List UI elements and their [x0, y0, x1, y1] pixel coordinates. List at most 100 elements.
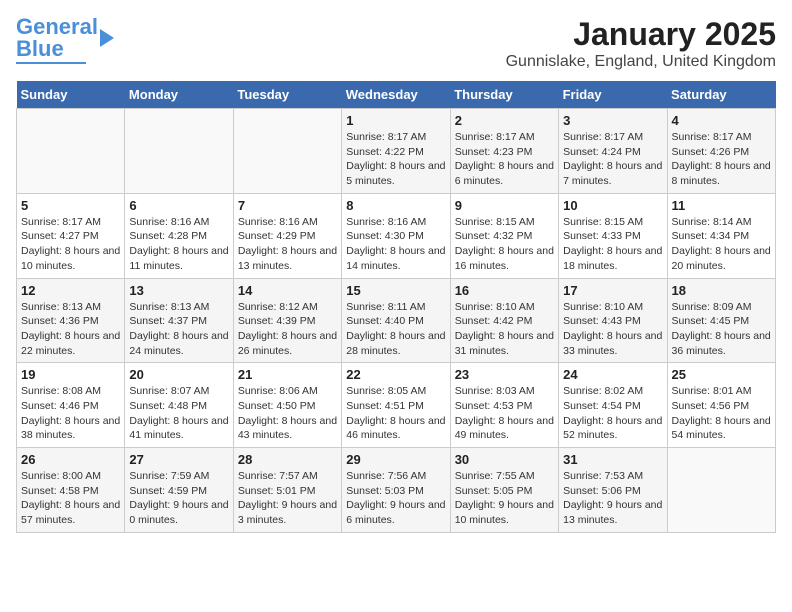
day-number: 24 — [563, 367, 662, 382]
day-info: Sunrise: 8:12 AM Sunset: 4:39 PM Dayligh… — [238, 300, 337, 359]
calendar-cell: 20 Sunrise: 8:07 AM Sunset: 4:48 PM Dayli… — [125, 363, 233, 448]
day-number: 4 — [672, 113, 771, 128]
day-info: Sunrise: 8:05 AM Sunset: 4:51 PM Dayligh… — [346, 384, 445, 443]
day-info: Sunrise: 8:00 AM Sunset: 4:58 PM Dayligh… — [21, 469, 120, 528]
day-info: Sunrise: 8:13 AM Sunset: 4:37 PM Dayligh… — [129, 300, 228, 359]
calendar-cell: 30 Sunrise: 7:55 AM Sunset: 5:05 PM Dayli… — [450, 448, 558, 533]
day-info: Sunrise: 8:16 AM Sunset: 4:28 PM Dayligh… — [129, 215, 228, 274]
logo-arrow-icon — [100, 29, 114, 47]
day-number: 12 — [21, 283, 120, 298]
day-number: 27 — [129, 452, 228, 467]
calendar-cell: 9 Sunrise: 8:15 AM Sunset: 4:32 PM Daylig… — [450, 193, 558, 278]
day-number: 16 — [455, 283, 554, 298]
day-number: 11 — [672, 198, 771, 213]
day-number: 8 — [346, 198, 445, 213]
page-header: General Blue January 2025 Gunnislake, En… — [16, 16, 776, 71]
day-info: Sunrise: 8:17 AM Sunset: 4:23 PM Dayligh… — [455, 130, 554, 189]
title-section: January 2025 Gunnislake, England, United… — [506, 16, 776, 71]
calendar-cell: 13Sunrise: 8:13 AM Sunset: 4:37 PM Dayli… — [125, 278, 233, 363]
calendar-cell: 11 Sunrise: 8:14 AM Sunset: 4:34 PM Dayli… — [667, 193, 775, 278]
calendar-cell: 31 Sunrise: 7:53 AM Sunset: 5:06 PM Dayli… — [559, 448, 667, 533]
calendar-cell: 5 Sunrise: 8:17 AM Sunset: 4:27 PM Daylig… — [17, 193, 125, 278]
day-info: Sunrise: 8:15 AM Sunset: 4:32 PM Dayligh… — [455, 215, 554, 274]
calendar-cell: 17 Sunrise: 8:10 AM Sunset: 4:43 PM Dayli… — [559, 278, 667, 363]
day-info: Sunrise: 8:08 AM Sunset: 4:46 PM Dayligh… — [21, 384, 120, 443]
day-info: Sunrise: 8:02 AM Sunset: 4:54 PM Dayligh… — [563, 384, 662, 443]
day-number: 20 — [129, 367, 228, 382]
weekday-header-thursday: Thursday — [450, 81, 558, 109]
day-number: 14 — [238, 283, 337, 298]
weekday-header-friday: Friday — [559, 81, 667, 109]
calendar-cell: 27 Sunrise: 7:59 AM Sunset: 4:59 PM Dayli… — [125, 448, 233, 533]
calendar-cell: 26Sunrise: 8:00 AM Sunset: 4:58 PM Dayli… — [17, 448, 125, 533]
day-info: Sunrise: 8:01 AM Sunset: 4:56 PM Dayligh… — [672, 384, 771, 443]
calendar-cell: 28Sunrise: 7:57 AM Sunset: 5:01 PM Dayli… — [233, 448, 341, 533]
day-info: Sunrise: 8:14 AM Sunset: 4:34 PM Dayligh… — [672, 215, 771, 274]
calendar-cell: 25 Sunrise: 8:01 AM Sunset: 4:56 PM Dayli… — [667, 363, 775, 448]
logo-underline — [16, 62, 86, 64]
day-number: 31 — [563, 452, 662, 467]
calendar-week-4: 19Sunrise: 8:08 AM Sunset: 4:46 PM Dayli… — [17, 363, 776, 448]
day-number: 21 — [238, 367, 337, 382]
day-info: Sunrise: 7:57 AM Sunset: 5:01 PM Dayligh… — [238, 469, 337, 528]
day-number: 30 — [455, 452, 554, 467]
weekday-header-sunday: Sunday — [17, 81, 125, 109]
calendar-cell: 29 Sunrise: 7:56 AM Sunset: 5:03 PM Dayli… — [342, 448, 450, 533]
day-number: 17 — [563, 283, 662, 298]
calendar-cell — [17, 109, 125, 194]
logo-blue: Blue — [16, 36, 64, 61]
calendar-cell: 21 Sunrise: 8:06 AM Sunset: 4:50 PM Dayli… — [233, 363, 341, 448]
day-info: Sunrise: 8:07 AM Sunset: 4:48 PM Dayligh… — [129, 384, 228, 443]
day-number: 2 — [455, 113, 554, 128]
day-info: Sunrise: 8:16 AM Sunset: 4:30 PM Dayligh… — [346, 215, 445, 274]
day-info: Sunrise: 7:59 AM Sunset: 4:59 PM Dayligh… — [129, 469, 228, 528]
calendar-cell: 23Sunrise: 8:03 AM Sunset: 4:53 PM Dayli… — [450, 363, 558, 448]
calendar-cell: 15 Sunrise: 8:11 AM Sunset: 4:40 PM Dayli… — [342, 278, 450, 363]
day-info: Sunrise: 8:10 AM Sunset: 4:42 PM Dayligh… — [455, 300, 554, 359]
day-info: Sunrise: 8:17 AM Sunset: 4:27 PM Dayligh… — [21, 215, 120, 274]
day-info: Sunrise: 8:15 AM Sunset: 4:33 PM Dayligh… — [563, 215, 662, 274]
calendar-week-5: 26Sunrise: 8:00 AM Sunset: 4:58 PM Dayli… — [17, 448, 776, 533]
calendar-week-1: 1Sunrise: 8:17 AM Sunset: 4:22 PM Daylig… — [17, 109, 776, 194]
logo: General Blue — [16, 16, 114, 64]
calendar-cell — [233, 109, 341, 194]
day-info: Sunrise: 8:09 AM Sunset: 4:45 PM Dayligh… — [672, 300, 771, 359]
day-info: Sunrise: 8:17 AM Sunset: 4:22 PM Dayligh… — [346, 130, 445, 189]
calendar-cell: 24 Sunrise: 8:02 AM Sunset: 4:54 PM Dayli… — [559, 363, 667, 448]
calendar-header: SundayMondayTuesdayWednesdayThursdayFrid… — [17, 81, 776, 109]
calendar-week-2: 5 Sunrise: 8:17 AM Sunset: 4:27 PM Daylig… — [17, 193, 776, 278]
calendar-cell: 7Sunrise: 8:16 AM Sunset: 4:29 PM Daylig… — [233, 193, 341, 278]
day-info: Sunrise: 8:17 AM Sunset: 4:26 PM Dayligh… — [672, 130, 771, 189]
calendar-cell: 2 Sunrise: 8:17 AM Sunset: 4:23 PM Daylig… — [450, 109, 558, 194]
calendar-cell: 10Sunrise: 8:15 AM Sunset: 4:33 PM Dayli… — [559, 193, 667, 278]
day-number: 29 — [346, 452, 445, 467]
calendar-cell — [667, 448, 775, 533]
day-info: Sunrise: 7:53 AM Sunset: 5:06 PM Dayligh… — [563, 469, 662, 528]
calendar-cell: 6Sunrise: 8:16 AM Sunset: 4:28 PM Daylig… — [125, 193, 233, 278]
calendar-week-3: 12 Sunrise: 8:13 AM Sunset: 4:36 PM Dayli… — [17, 278, 776, 363]
calendar-cell: 12 Sunrise: 8:13 AM Sunset: 4:36 PM Dayli… — [17, 278, 125, 363]
calendar-cell: 8 Sunrise: 8:16 AM Sunset: 4:30 PM Daylig… — [342, 193, 450, 278]
day-info: Sunrise: 8:06 AM Sunset: 4:50 PM Dayligh… — [238, 384, 337, 443]
day-number: 9 — [455, 198, 554, 213]
day-info: Sunrise: 7:55 AM Sunset: 5:05 PM Dayligh… — [455, 469, 554, 528]
day-info: Sunrise: 8:03 AM Sunset: 4:53 PM Dayligh… — [455, 384, 554, 443]
day-info: Sunrise: 8:10 AM Sunset: 4:43 PM Dayligh… — [563, 300, 662, 359]
day-info: Sunrise: 7:56 AM Sunset: 5:03 PM Dayligh… — [346, 469, 445, 528]
weekday-row: SundayMondayTuesdayWednesdayThursdayFrid… — [17, 81, 776, 109]
day-info: Sunrise: 8:11 AM Sunset: 4:40 PM Dayligh… — [346, 300, 445, 359]
day-info: Sunrise: 8:13 AM Sunset: 4:36 PM Dayligh… — [21, 300, 120, 359]
calendar-cell: 19Sunrise: 8:08 AM Sunset: 4:46 PM Dayli… — [17, 363, 125, 448]
logo-text: General Blue — [16, 16, 98, 60]
weekday-header-wednesday: Wednesday — [342, 81, 450, 109]
calendar-cell: 1Sunrise: 8:17 AM Sunset: 4:22 PM Daylig… — [342, 109, 450, 194]
day-number: 5 — [21, 198, 120, 213]
calendar-cell: 22 Sunrise: 8:05 AM Sunset: 4:51 PM Dayli… — [342, 363, 450, 448]
day-number: 22 — [346, 367, 445, 382]
day-number: 3 — [563, 113, 662, 128]
day-number: 7 — [238, 198, 337, 213]
calendar-cell — [125, 109, 233, 194]
calendar-title: January 2025 — [506, 16, 776, 53]
day-number: 15 — [346, 283, 445, 298]
day-number: 25 — [672, 367, 771, 382]
